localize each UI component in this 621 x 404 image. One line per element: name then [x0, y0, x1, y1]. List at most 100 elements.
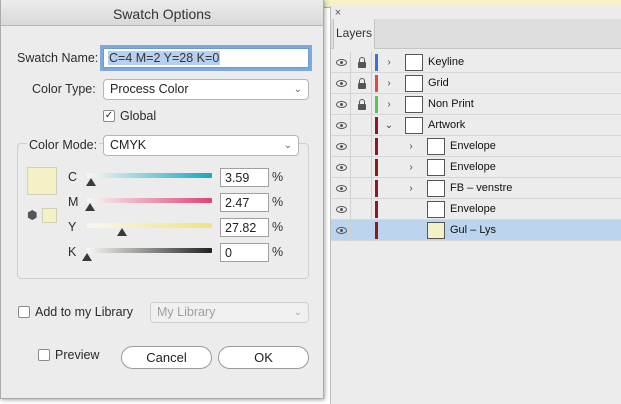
- layer-color-indicator: [375, 201, 378, 218]
- channel-value-input[interactable]: 2.47: [220, 193, 269, 212]
- visibility-eye-icon[interactable]: [333, 220, 351, 241]
- out-of-gamut-cube-icon[interactable]: ⬢: [27, 209, 40, 222]
- layer-row[interactable]: › Grid: [331, 73, 621, 94]
- layer-row[interactable]: › Non Print: [331, 94, 621, 115]
- layer-row[interactable]: › Keyline: [331, 52, 621, 73]
- channel-label: K: [68, 245, 77, 259]
- lock-icon: [357, 98, 366, 110]
- global-checkbox[interactable]: ✓: [103, 110, 115, 122]
- chevron-right-icon[interactable]: ›: [383, 94, 395, 115]
- percent-unit: %: [272, 195, 284, 209]
- layer-row[interactable]: ⌄ Artwork: [331, 115, 621, 136]
- visibility-eye-icon[interactable]: [333, 136, 351, 157]
- layer-name: Artwork: [428, 119, 466, 131]
- chevron-right-icon[interactable]: ›: [405, 157, 417, 178]
- preview-checkbox[interactable]: [38, 349, 50, 361]
- layer-name: Non Print: [428, 98, 474, 110]
- layer-color-indicator: [375, 75, 378, 92]
- layer-name: Grid: [428, 77, 449, 89]
- layer-color-indicator: [375, 117, 378, 134]
- color-type-select[interactable]: Process Color ⌄: [103, 79, 309, 100]
- visibility-eye-icon[interactable]: [333, 199, 351, 220]
- lock-toggle[interactable]: [352, 136, 372, 157]
- color-mode-value: CMYK: [110, 138, 147, 152]
- channel-slider-track[interactable]: [87, 198, 212, 203]
- lock-toggle[interactable]: [352, 115, 372, 136]
- eye-icon: [336, 59, 347, 66]
- channel-value-input[interactable]: 3.59: [220, 168, 269, 187]
- lock-toggle[interactable]: [352, 52, 372, 73]
- layer-color-indicator: [375, 138, 378, 155]
- channel-slider-track[interactable]: [87, 223, 212, 228]
- swatch-name-input[interactable]: C=4 M=2 Y=28 K=0: [103, 48, 309, 68]
- percent-unit: %: [272, 170, 284, 184]
- lock-toggle[interactable]: [352, 94, 372, 115]
- eye-icon: [336, 206, 347, 213]
- visibility-eye-icon[interactable]: [333, 94, 351, 115]
- eye-icon: [336, 80, 347, 87]
- channel-slider-knob[interactable]: [86, 178, 97, 186]
- visibility-eye-icon[interactable]: [333, 157, 351, 178]
- web-safe-swatch[interactable]: [42, 208, 57, 223]
- layer-row[interactable]: › FB – venstre: [331, 178, 621, 199]
- add-to-library-checkbox[interactable]: [18, 306, 30, 318]
- layer-name: FB – venstre: [450, 182, 513, 194]
- layer-thumbnail: [427, 222, 445, 239]
- swatch-name-value: C=4 M=2 Y=28 K=0: [108, 51, 221, 65]
- color-preview-swatch: [27, 167, 57, 195]
- layer-thumbnail: [427, 180, 445, 197]
- channel-value-input[interactable]: 27.82: [220, 218, 269, 237]
- visibility-eye-icon[interactable]: [333, 178, 351, 199]
- lock-toggle[interactable]: [352, 178, 372, 199]
- channel-slider-knob[interactable]: [82, 253, 92, 261]
- lock-toggle[interactable]: [352, 157, 372, 178]
- eye-icon: [336, 143, 347, 150]
- chevron-right-icon[interactable]: ›: [383, 73, 395, 94]
- color-mode-select[interactable]: CMYK ⌄: [103, 135, 299, 156]
- cancel-button[interactable]: Cancel: [121, 346, 212, 369]
- visibility-eye-icon[interactable]: [333, 52, 351, 73]
- close-panel-icon[interactable]: ×: [331, 7, 345, 19]
- eye-icon: [336, 185, 347, 192]
- layer-name: Gul – Lys: [450, 224, 497, 236]
- ok-button[interactable]: OK: [218, 346, 309, 369]
- channel-slider-track[interactable]: [87, 173, 212, 178]
- tab-layers[interactable]: Layers: [333, 19, 375, 49]
- chevron-right-icon[interactable]: ›: [405, 178, 417, 199]
- lock-toggle[interactable]: [352, 199, 372, 220]
- color-type-label: Color Type:: [32, 82, 96, 96]
- lock-toggle[interactable]: [352, 73, 372, 94]
- chevron-down-icon[interactable]: ⌄: [383, 115, 395, 136]
- layer-thumbnail: [427, 201, 445, 218]
- layer-name: Envelope: [450, 140, 496, 152]
- visibility-eye-icon[interactable]: [333, 115, 351, 136]
- channel-slider-knob[interactable]: [85, 203, 96, 211]
- layer-name: Envelope: [450, 203, 496, 215]
- visibility-eye-icon[interactable]: [333, 73, 351, 94]
- panel-tab-bar: Layers: [331, 19, 621, 49]
- swatch-options-dialog: Swatch Options Swatch Name: C=4 M=2 Y=28…: [0, 0, 324, 399]
- layer-row[interactable]: Envelope: [331, 199, 621, 220]
- layer-row[interactable]: › Envelope: [331, 157, 621, 178]
- eye-icon: [336, 164, 347, 171]
- channel-slider-track[interactable]: [87, 248, 212, 253]
- chevron-down-icon: ⌄: [283, 140, 292, 151]
- library-select[interactable]: My Library ⌄: [150, 302, 309, 323]
- chevron-down-icon: ⌄: [293, 84, 302, 95]
- layer-thumbnail: [427, 138, 445, 155]
- layer-color-indicator: [375, 96, 378, 113]
- color-mode-label: Color Mode:: [27, 138, 100, 152]
- layer-thumbnail: [405, 117, 423, 134]
- channel-slider-knob[interactable]: [116, 228, 127, 236]
- chevron-right-icon[interactable]: ›: [405, 136, 417, 157]
- eye-icon: [336, 101, 347, 108]
- channel-value-input[interactable]: 0: [220, 243, 269, 262]
- layer-color-indicator: [375, 54, 378, 71]
- chevron-right-icon[interactable]: ›: [383, 52, 395, 73]
- layers-list: › Keyline › Grid › Non Print ⌄ Artwork › Envelope…: [331, 52, 621, 241]
- channel-label: Y: [68, 220, 77, 234]
- layer-thumbnail: [405, 96, 423, 113]
- lock-toggle[interactable]: [352, 220, 372, 241]
- layer-row[interactable]: Gul – Lys: [331, 220, 621, 241]
- layer-row[interactable]: › Envelope: [331, 136, 621, 157]
